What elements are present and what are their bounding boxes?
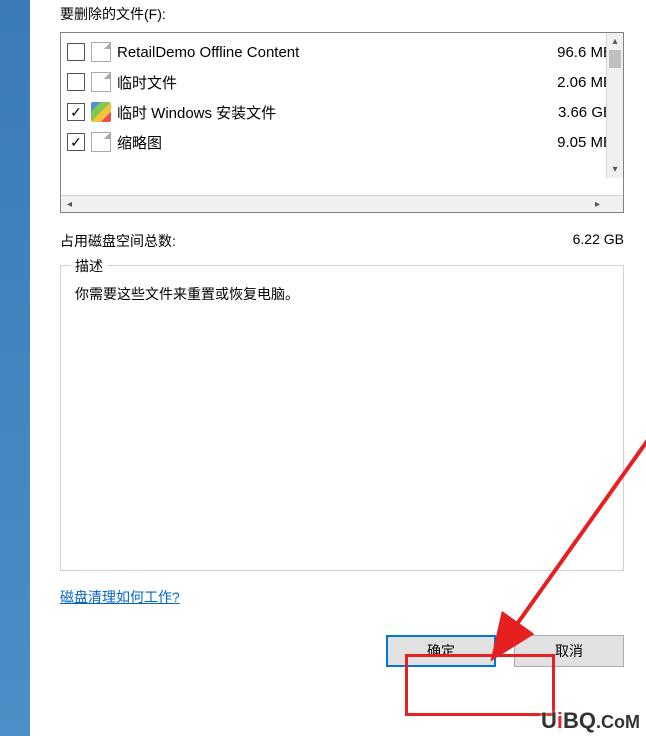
file-checkbox[interactable]	[67, 73, 85, 91]
vertical-scrollbar[interactable]: ▴ ▾	[606, 33, 623, 178]
help-link[interactable]: 磁盘清理如何工作?	[60, 587, 180, 607]
document-icon	[91, 42, 111, 62]
description-group: 描述 你需要这些文件来重置或恢复电脑。	[60, 265, 624, 571]
scrollbar-corner	[606, 196, 623, 212]
scroll-left-arrow[interactable]: ◂	[61, 196, 78, 212]
watermark: UiBQ.CoM	[541, 708, 640, 734]
document-icon	[91, 132, 111, 152]
file-name: 临时 Windows 安装文件	[117, 102, 558, 123]
button-row: 确定 取消	[60, 635, 624, 667]
file-row[interactable]: 临时 Windows 安装文件3.66 GB	[61, 97, 623, 127]
file-list: RetailDemo Offline Content96.6 MB临时文件2.0…	[60, 32, 624, 213]
scroll-right-arrow[interactable]: ▸	[589, 196, 606, 212]
description-text: 你需要这些文件来重置或恢复电脑。	[75, 284, 609, 304]
description-legend: 描述	[71, 256, 107, 276]
disk-cleanup-dialog: 要删除的文件(F): RetailDemo Offline Content96.…	[30, 0, 646, 736]
file-row[interactable]: RetailDemo Offline Content96.6 MB	[61, 37, 623, 67]
document-icon	[91, 72, 111, 92]
file-row[interactable]: 临时文件2.06 MB	[61, 67, 623, 97]
file-name: 临时文件	[117, 72, 557, 93]
scroll-up-arrow[interactable]: ▴	[607, 33, 623, 50]
file-checkbox[interactable]	[67, 43, 85, 61]
scrollbar-thumb[interactable]	[609, 50, 621, 68]
total-space-value: 6.22 GB	[573, 231, 624, 251]
file-name: RetailDemo Offline Content	[117, 44, 557, 61]
scroll-down-arrow[interactable]: ▾	[607, 161, 623, 178]
total-space-label: 占用磁盘空间总数:	[60, 231, 573, 251]
file-checkbox[interactable]	[67, 133, 85, 151]
total-space-row: 占用磁盘空间总数: 6.22 GB	[60, 231, 624, 251]
file-row[interactable]: 缩略图9.05 MB	[61, 127, 623, 157]
ok-button[interactable]: 确定	[386, 635, 496, 667]
windows-icon	[91, 102, 111, 122]
files-to-delete-label: 要删除的文件(F):	[60, 4, 624, 24]
file-name: 缩略图	[117, 132, 557, 153]
horizontal-scrollbar[interactable]: ◂ ▸	[61, 195, 623, 212]
cancel-button[interactable]: 取消	[514, 635, 624, 667]
desktop-background	[0, 0, 30, 736]
scrollbar-track[interactable]	[78, 196, 589, 212]
file-checkbox[interactable]	[67, 103, 85, 121]
